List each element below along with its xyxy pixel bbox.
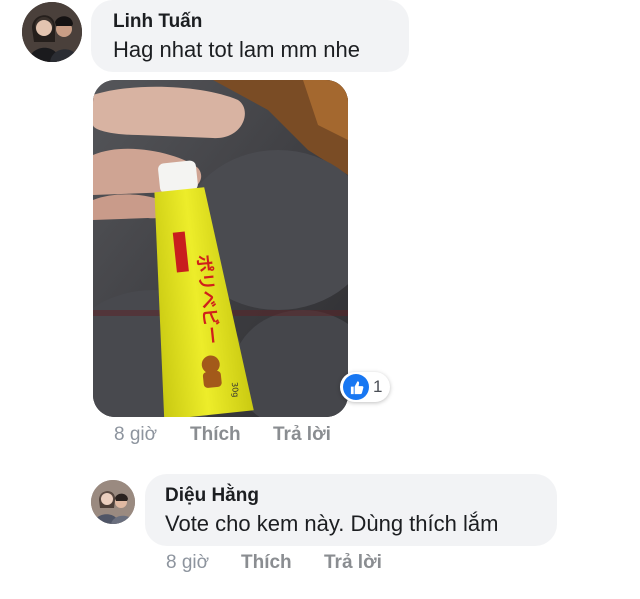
avatar-linh-tuan[interactable] xyxy=(22,2,82,62)
reply-reply-button[interactable]: Trả lời xyxy=(324,552,382,574)
avatar-photo-icon xyxy=(22,2,82,62)
comment-author[interactable]: Linh Tuấn xyxy=(113,11,202,33)
comment-bubble: Linh Tuấn Hag nhat tot lam mm nhe xyxy=(91,0,409,72)
reply-text: Vote cho kem này. Dùng thích lắm xyxy=(165,511,499,536)
comment-photo-attachment[interactable]: ポリベビー 30g xyxy=(93,80,348,417)
comment-text: Hag nhat tot lam mm nhe xyxy=(113,37,361,62)
avatar-photo-icon xyxy=(91,480,135,524)
like-button[interactable]: Thích xyxy=(190,424,241,446)
reply-like-button[interactable]: Thích xyxy=(241,552,292,574)
product-photo-image: ポリベビー 30g xyxy=(93,80,348,417)
reply-timestamp[interactable]: 8 giờ xyxy=(166,552,209,574)
avatar-dieu-hang[interactable] xyxy=(91,480,135,524)
reaction-count: 1 xyxy=(373,377,383,396)
comment-timestamp[interactable]: 8 giờ xyxy=(114,424,157,446)
like-icon xyxy=(343,374,369,400)
reply-button[interactable]: Trả lời xyxy=(273,424,331,446)
reply-author[interactable]: Diệu Hằng xyxy=(165,485,259,507)
reply-bubble: Diệu Hằng Vote cho kem này. Dùng thích l… xyxy=(145,474,557,546)
reaction-summary[interactable]: 1 xyxy=(340,372,390,402)
svg-text:30g: 30g xyxy=(230,382,241,398)
